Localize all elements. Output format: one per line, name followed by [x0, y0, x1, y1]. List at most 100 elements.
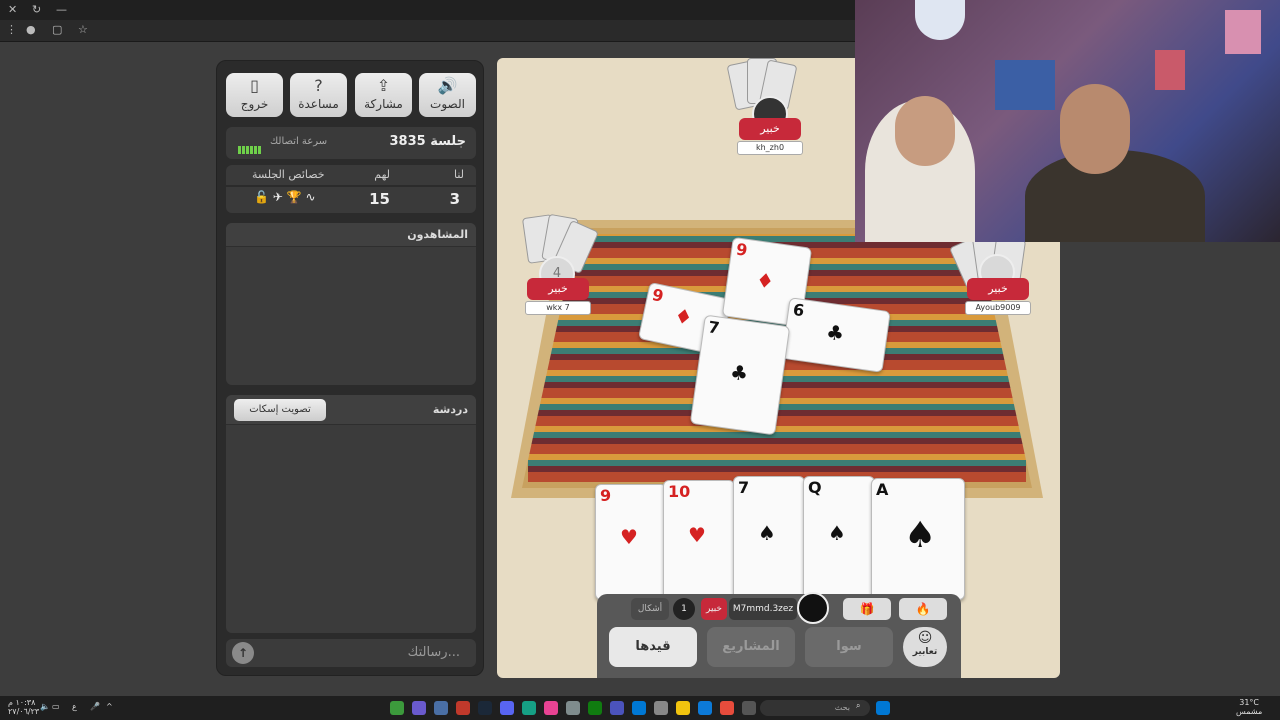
poster: [995, 60, 1055, 110]
weather-temp: 31°C: [1239, 698, 1259, 707]
card-rank: 7: [738, 478, 750, 497]
record-button[interactable]: قيدها: [609, 627, 697, 667]
card-suit: ♠: [904, 515, 937, 556]
exit-button[interactable]: ▯ خروج: [226, 73, 283, 117]
chat-header: دردشة تصويت إسكات: [226, 395, 476, 425]
app-icon[interactable]: [544, 701, 558, 715]
fire-button[interactable]: 🔥: [899, 598, 947, 620]
card-rank: Q: [808, 478, 822, 497]
app-icon[interactable]: [522, 701, 536, 715]
menu-icon[interactable]: ⋮: [6, 23, 17, 36]
mic-icon[interactable]: 🎤: [90, 702, 100, 711]
speaker-icon: 🔊: [437, 76, 458, 95]
player-right-badge: خبير: [967, 278, 1029, 300]
exit-label: خروج: [240, 97, 269, 111]
player-left[interactable]: خبير wkx 7: [525, 278, 591, 315]
self-avatar[interactable]: [797, 592, 829, 624]
hand-card[interactable]: 7 ♠: [733, 476, 805, 600]
steam-icon[interactable]: [478, 701, 492, 715]
card-suit: ♣: [824, 319, 846, 347]
card-suit: ♠: [758, 521, 776, 545]
gift-button[interactable]: 🎁: [843, 598, 891, 620]
sound-button[interactable]: 🔊 الصوت: [419, 73, 476, 117]
card-suit: ♥: [620, 525, 638, 549]
emotes-button[interactable]: ☺ تعابير: [903, 627, 947, 667]
star-icon[interactable]: ☆: [78, 23, 88, 36]
player-right[interactable]: خبير Ayoub9009: [965, 278, 1031, 315]
forms-button[interactable]: أشكال: [631, 598, 669, 620]
chat-panel: دردشة تصويت إسكات: [226, 395, 476, 633]
search-box[interactable]: بحث: [760, 700, 870, 716]
share-button[interactable]: ⇪ مشاركة: [355, 73, 412, 117]
them-score: 15: [369, 190, 390, 208]
app-icon[interactable]: [632, 701, 646, 715]
question-icon: ?: [314, 76, 323, 95]
hand-card[interactable]: Q ♠: [803, 476, 875, 600]
send-button[interactable]: ↑: [232, 642, 254, 664]
projects-button[interactable]: المشاريع: [707, 627, 795, 667]
card-rank: 9: [734, 239, 749, 260]
app-icon[interactable]: [566, 701, 580, 715]
app-icon[interactable]: [588, 701, 602, 715]
score-header: لنا لهم خصائص الجلسة: [226, 165, 476, 185]
refresh-icon[interactable]: ↻: [32, 3, 41, 16]
weather-widget[interactable]: 31°C مشمس: [1236, 698, 1262, 716]
chevron-up-icon[interactable]: ^: [106, 702, 113, 711]
self-badge: خبير: [701, 598, 727, 620]
action-bar: أشكال 1 خبير M7mmd.3zez 🎁 🔥 قيدها المشار…: [597, 592, 961, 678]
session-bar: جلسة 3835 سرعة اتصالك: [226, 127, 476, 159]
app-icon[interactable]: [456, 701, 470, 715]
search-placeholder: بحث: [834, 703, 850, 712]
speaker-icon[interactable]: 🔈: [40, 702, 50, 711]
clock[interactable]: ١٠:٣٨ م ٢٧/٠٦/٢٣: [8, 698, 39, 716]
folder-icon[interactable]: [676, 701, 690, 715]
lock-icon: 🔓: [254, 190, 269, 204]
hand-card[interactable]: A ♠: [871, 478, 965, 600]
network-icon[interactable]: ▭: [52, 702, 60, 711]
session-title: جلسة 3835: [389, 134, 466, 149]
door-icon: ▯: [250, 76, 259, 95]
app-icon[interactable]: [434, 701, 448, 715]
player-top-name: kh_zh0: [737, 141, 803, 155]
card-suit: ♦: [754, 267, 776, 294]
self-name: M7mmd.3zez: [729, 598, 797, 620]
watchers-title: المشاهدون: [407, 228, 468, 241]
hand-card[interactable]: 9 ♥: [595, 484, 667, 600]
poster: [1155, 50, 1185, 90]
message-input[interactable]: رسالتك... ↑: [226, 639, 476, 667]
start-icon[interactable]: [876, 701, 890, 715]
profile-icon[interactable]: ●: [26, 23, 36, 36]
player-top[interactable]: خبير kh_zh0: [737, 118, 803, 155]
player-top-badge: خبير: [739, 118, 801, 140]
played-card-bottom: 7 ♣: [689, 314, 791, 436]
connection-speed-label: سرعة اتصالك: [270, 136, 328, 147]
help-button[interactable]: ? مساعدة: [290, 73, 347, 117]
task-view-icon[interactable]: [742, 701, 756, 715]
hand-card[interactable]: 10 ♥: [663, 480, 735, 600]
tab-icon[interactable]: ▢: [52, 23, 62, 36]
edge-icon[interactable]: [698, 701, 712, 715]
app-icon[interactable]: [654, 701, 668, 715]
smiley-icon: ☺: [917, 630, 933, 646]
xbox-icon[interactable]: [390, 701, 404, 715]
card-suit: ♦: [672, 303, 695, 331]
discord-icon[interactable]: [500, 701, 514, 715]
share-label: مشاركة: [364, 97, 403, 111]
language-indicator[interactable]: ع: [72, 702, 77, 711]
chat-title: دردشة: [432, 403, 468, 416]
vote-mute-button[interactable]: تصويت إسكات: [234, 399, 326, 421]
card-rank: 10: [668, 482, 691, 501]
signal-bars-icon: [238, 139, 262, 158]
close-icon[interactable]: ✕: [8, 3, 17, 16]
card-rank: 6: [791, 299, 806, 321]
app-icon[interactable]: [412, 701, 426, 715]
card-suit: ♥: [688, 523, 706, 547]
time-text: ١٠:٣٨ م: [8, 698, 36, 707]
session-props-icons: 🔓 ✈ 🏆 ∿: [254, 190, 316, 204]
sawa-button[interactable]: سوا: [805, 627, 893, 667]
emotes-label: تعابير: [912, 647, 938, 657]
teams-icon[interactable]: [610, 701, 624, 715]
card-suit: ♣: [728, 359, 750, 387]
chrome-icon[interactable]: [720, 701, 734, 715]
minimize-icon[interactable]: —: [56, 3, 67, 16]
